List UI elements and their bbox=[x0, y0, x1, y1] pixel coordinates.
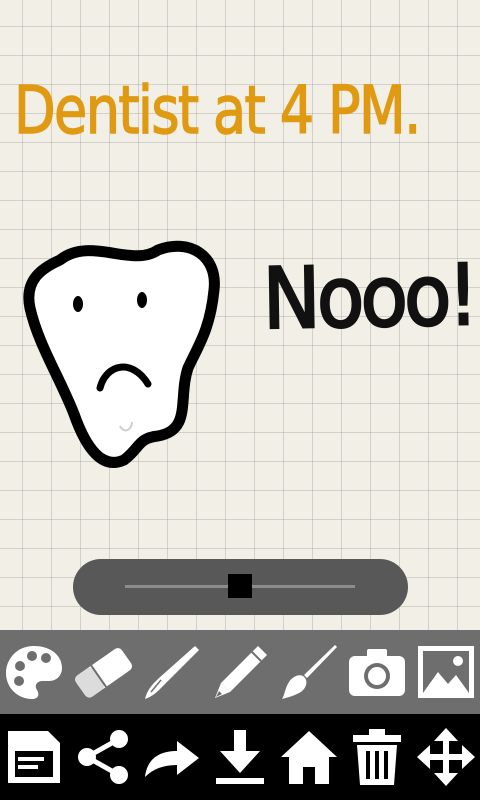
palette-button[interactable] bbox=[2, 640, 66, 704]
slider-thumb[interactable] bbox=[228, 574, 252, 598]
download-button[interactable] bbox=[208, 725, 272, 789]
brush-button[interactable] bbox=[139, 640, 203, 704]
redo-button[interactable] bbox=[139, 725, 203, 789]
drawing-canvas[interactable]: Dentist at 4 PM. Nooo! bbox=[0, 0, 480, 630]
redo-icon bbox=[145, 741, 200, 777]
note-text-line2: Nooo! bbox=[261, 245, 477, 349]
camera-button[interactable] bbox=[345, 640, 409, 704]
move-button[interactable] bbox=[414, 725, 478, 789]
brush-size-slider[interactable] bbox=[73, 559, 408, 615]
brush-icon bbox=[145, 646, 200, 699]
eraser-icon bbox=[74, 648, 132, 698]
share-button[interactable] bbox=[71, 725, 135, 789]
tool-bar bbox=[0, 630, 480, 714]
action-bar bbox=[0, 714, 480, 800]
tooth-drawing bbox=[23, 240, 220, 468]
pencil-icon bbox=[214, 646, 267, 698]
note-text-line1: Dentist at 4 PM. bbox=[13, 71, 422, 150]
home-button[interactable] bbox=[277, 725, 341, 789]
home-icon bbox=[280, 731, 337, 784]
pencil-button[interactable] bbox=[208, 640, 272, 704]
slider-track[interactable] bbox=[125, 574, 355, 598]
save-icon bbox=[8, 731, 61, 783]
image-button[interactable] bbox=[414, 640, 478, 704]
paintbrush-icon bbox=[281, 645, 337, 699]
eraser-button[interactable] bbox=[71, 640, 135, 704]
save-button[interactable] bbox=[2, 725, 66, 789]
image-icon bbox=[417, 646, 474, 698]
download-icon bbox=[215, 730, 264, 784]
camera-icon bbox=[349, 649, 406, 696]
paintbrush-button[interactable] bbox=[277, 640, 341, 704]
trash-icon bbox=[353, 729, 402, 785]
share-icon bbox=[77, 730, 128, 784]
move-icon bbox=[416, 728, 475, 786]
palette-icon bbox=[6, 646, 63, 699]
trash-button[interactable] bbox=[345, 725, 409, 789]
